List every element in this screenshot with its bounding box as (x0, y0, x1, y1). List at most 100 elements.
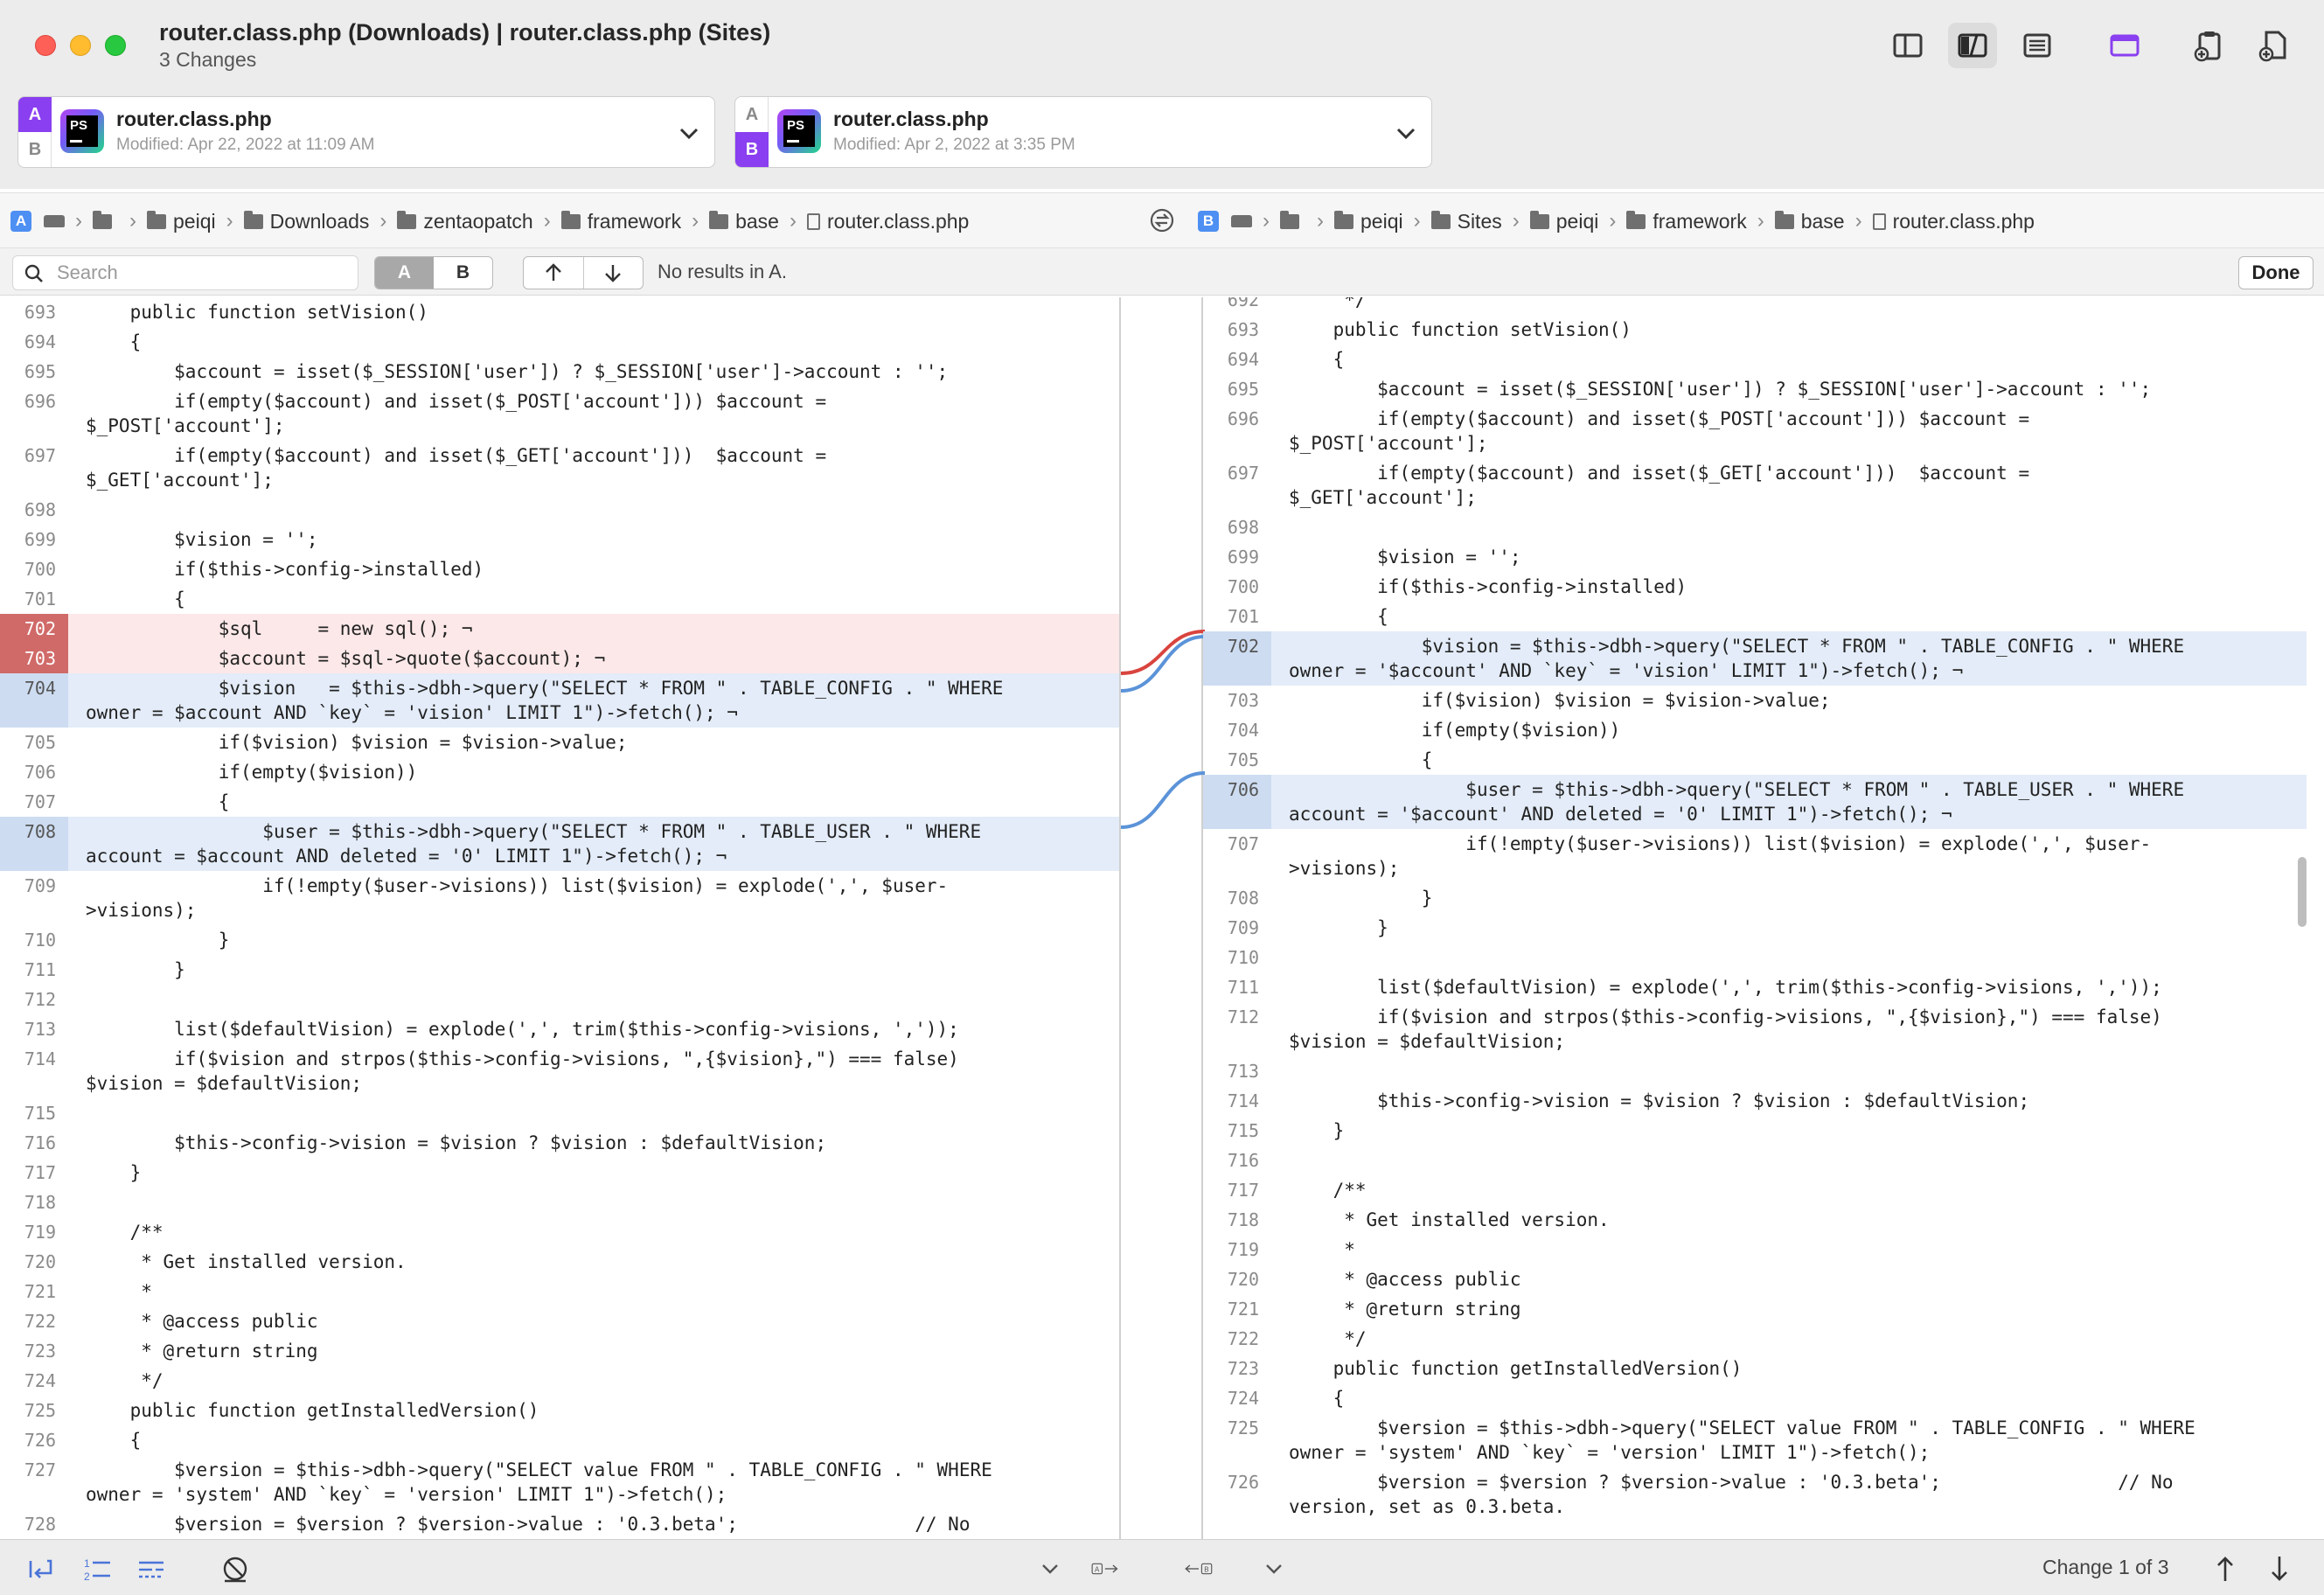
file-b-card[interactable]: A B PS router.class.php Modified: Apr 2,… (734, 96, 1432, 168)
changed-line[interactable]: 708 $user = $this->dbh->query("SELECT * … (0, 817, 1119, 871)
code-line[interactable]: 714 if($vision and strpos($this->config-… (0, 1044, 1119, 1098)
search-field[interactable] (12, 255, 358, 290)
zoom-window-button[interactable] (105, 35, 126, 56)
code-line[interactable]: 706 if(empty($vision)) (0, 757, 1119, 787)
code-line[interactable]: 713 (1203, 1056, 2307, 1086)
breadcrumb-item[interactable]: router.class.php (1872, 210, 2035, 233)
code-line[interactable]: 711 } (0, 955, 1119, 985)
file-a-card[interactable]: A B PS router.class.php Modified: Apr 22… (17, 96, 715, 168)
code-line[interactable]: 718 * Get installed version. (1203, 1205, 2307, 1235)
slot-b-label[interactable]: B (18, 132, 52, 167)
search-nav-segmented[interactable] (523, 256, 644, 289)
code-line[interactable]: 720 * Get installed version. (0, 1247, 1119, 1277)
code-line[interactable]: 712 if($vision and strpos($this->config-… (1203, 1002, 2307, 1056)
code-line[interactable]: 722 * @access public (0, 1306, 1119, 1336)
code-line[interactable]: 707 { (0, 787, 1119, 817)
code-line[interactable]: 728 $version = $version ? $version->valu… (0, 1509, 1119, 1539)
folder-icon[interactable] (1280, 210, 1306, 229)
done-button[interactable]: Done (2238, 256, 2314, 289)
search-scope-segmented[interactable]: A B (374, 256, 493, 289)
code-line[interactable]: 723 public function getInstalledVersion(… (1203, 1354, 2307, 1383)
code-line[interactable]: 696 if(empty($account) and isset($_POST[… (1203, 404, 2307, 458)
document-add-icon[interactable] (2249, 23, 2298, 68)
code-line[interactable]: 709 if(!empty($user->visions)) list($vis… (0, 871, 1119, 925)
breadcrumb-item[interactable]: Downloads (243, 210, 369, 233)
code-line[interactable]: 694 { (1203, 345, 2307, 374)
unified-layout-icon[interactable] (2013, 23, 2062, 68)
changed-line[interactable]: 706 $user = $this->dbh->query("SELECT * … (1203, 775, 2307, 829)
code-pane-a[interactable]: 693 public function setVision() 694 {695 … (0, 297, 1119, 1539)
code-line[interactable]: 727 $version = $this->dbh->query("SELECT… (0, 1455, 1119, 1509)
ignore-icon[interactable] (220, 1554, 250, 1584)
chevron-down-icon[interactable] (676, 120, 702, 146)
scope-a-button[interactable]: A (375, 257, 434, 289)
deleted-line[interactable]: 702 $sql = new sql(); ¬ (0, 614, 1119, 644)
changed-line[interactable]: 702 $vision = $this->dbh->query("SELECT … (1203, 631, 2307, 686)
breadcrumb-item[interactable]: base (709, 210, 779, 233)
code-line[interactable]: 699 $vision = ''; (0, 525, 1119, 554)
code-line[interactable]: 705 { (1203, 745, 2307, 775)
clipboard-add-icon[interactable] (2184, 23, 2233, 68)
slot-b-label[interactable]: B (735, 132, 769, 167)
code-line[interactable]: 701 { (1203, 602, 2307, 631)
code-line[interactable]: 703 if($vision) $vision = $vision->value… (1203, 686, 2307, 715)
breadcrumb-item[interactable]: base (1774, 210, 1845, 233)
ab-selector[interactable]: A B (735, 97, 769, 167)
invisibles-icon[interactable] (136, 1554, 166, 1584)
code-line[interactable]: 695 $account = isset($_SESSION['user']) … (0, 357, 1119, 387)
breadcrumb-item[interactable]: peiqi (147, 210, 216, 233)
breadcrumb-item[interactable]: framework (560, 210, 681, 233)
code-line[interactable]: 717 /** (1203, 1175, 2307, 1205)
next-change-button[interactable] (2265, 1554, 2294, 1584)
code-line[interactable]: 692 */ (1203, 297, 2307, 315)
code-line[interactable]: 701 { (0, 584, 1119, 614)
code-line[interactable]: 700 if($this->config->installed) (1203, 572, 2307, 602)
changed-line[interactable]: 704 $vision = $this->dbh->query("SELECT … (0, 673, 1119, 728)
previous-result-button[interactable] (524, 257, 584, 289)
code-line[interactable]: 726 { (0, 1425, 1119, 1455)
code-line[interactable]: 721 * (0, 1277, 1119, 1306)
disk-icon[interactable] (1231, 215, 1252, 227)
code-line[interactable]: 724 */ (0, 1366, 1119, 1396)
code-line[interactable]: 713 list($defaultVision) = explode(',', … (0, 1014, 1119, 1044)
copy-a-to-b-icon[interactable]: A (1091, 1554, 1144, 1584)
code-line[interactable]: 696 if(empty($account) and isset($_POST[… (0, 387, 1119, 441)
code-pane-b[interactable]: 692 */693 public function setVision() 694… (1203, 297, 2307, 1539)
code-line[interactable]: 718 (0, 1188, 1119, 1217)
code-line[interactable]: 719 * (1203, 1235, 2307, 1264)
code-line[interactable]: 715 (0, 1098, 1119, 1128)
code-line[interactable]: 725 $version = $this->dbh->query("SELECT… (1203, 1413, 2307, 1467)
code-line[interactable]: 694 { (0, 327, 1119, 357)
close-window-button[interactable] (35, 35, 56, 56)
breadcrumb-item[interactable]: zentaopatch (397, 210, 533, 233)
code-line[interactable]: 705 if($vision) $vision = $vision->value… (0, 728, 1119, 757)
window-layout-icon[interactable] (2100, 23, 2149, 68)
sidebar-layout-icon[interactable] (1883, 23, 1932, 68)
code-line[interactable]: 712 (0, 985, 1119, 1014)
deleted-line[interactable]: 703 $account = $sql->quote($account); ¬ (0, 644, 1119, 673)
code-line[interactable]: 716 (1203, 1146, 2307, 1175)
search-input[interactable] (57, 260, 345, 286)
code-line[interactable]: 699 $vision = ''; (1203, 542, 2307, 572)
minimize-window-button[interactable] (70, 35, 91, 56)
code-line[interactable]: 695 $account = isset($_SESSION['user']) … (1203, 374, 2307, 404)
code-line[interactable]: 708 } (1203, 883, 2307, 913)
slot-a-label[interactable]: A (18, 97, 52, 132)
code-line[interactable]: 716 $this->config->vision = $vision ? $v… (0, 1128, 1119, 1158)
ab-selector[interactable]: A B (18, 97, 52, 167)
code-line[interactable]: 693 public function setVision() (1203, 315, 2307, 345)
code-line[interactable]: 723 * @return string (0, 1336, 1119, 1366)
breadcrumb-item[interactable]: framework (1626, 210, 1747, 233)
slot-a-label[interactable]: A (735, 97, 769, 132)
folder-icon[interactable] (93, 210, 119, 229)
code-line[interactable]: 722 */ (1203, 1324, 2307, 1354)
code-line[interactable]: 720 * @access public (1203, 1264, 2307, 1294)
copy-b-to-a-icon[interactable]: B (1184, 1554, 1236, 1584)
scope-b-button[interactable]: B (434, 257, 492, 289)
code-line[interactable]: 709 } (1203, 913, 2307, 943)
chevron-down-icon[interactable] (1393, 120, 1419, 146)
code-line[interactable]: 717 } (0, 1158, 1119, 1188)
code-line[interactable]: 724 { (1203, 1383, 2307, 1413)
code-line[interactable]: 707 if(!empty($user->visions)) list($vis… (1203, 829, 2307, 883)
breadcrumb-item[interactable]: router.class.php (806, 210, 969, 233)
